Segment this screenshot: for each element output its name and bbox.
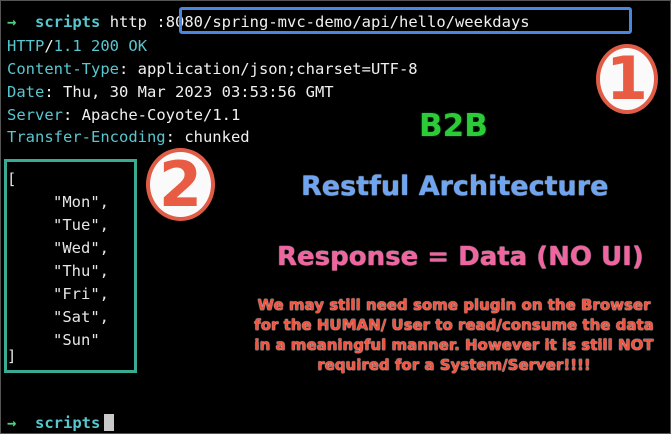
prompt-arrow-icon: → — [7, 13, 17, 31]
badge-1: 1 — [596, 44, 658, 114]
b2b-label: B2B — [419, 108, 488, 144]
header-value: chunked — [184, 128, 250, 146]
header-value: application/json;charset=UTF-8 — [137, 60, 418, 78]
text-cursor — [104, 414, 115, 431]
json-highlight-box — [4, 159, 137, 373]
terminal-window[interactable]: → scripts http :8080/spring-mvc-demo/api… — [0, 0, 671, 434]
prompt-directory: scripts — [35, 13, 101, 31]
command-program: http — [109, 13, 148, 31]
status-slash: / — [44, 37, 54, 55]
header-name: Transfer-Encoding — [7, 128, 166, 146]
response-equals-data-label: Response = Data (NO UI) — [277, 242, 644, 272]
restful-architecture-label: Restful Architecture — [301, 171, 609, 202]
header-name: Server — [7, 106, 63, 124]
http-status-line: HTTP/1.1 200 OK — [7, 36, 147, 56]
header-name: Date — [7, 83, 45, 101]
header-date: Date: Thu, 30 Mar 2023 03:53:56 GMT — [7, 83, 334, 101]
status-protocol: HTTP — [7, 37, 45, 55]
url-highlight-box — [179, 7, 632, 34]
header-content-type: Content-Type: application/json;charset=U… — [7, 60, 418, 78]
next-prompt-line[interactable]: → scripts — [7, 413, 115, 433]
browser-plugin-note: We may still need some plugin on the Bro… — [254, 296, 654, 374]
status-version: 1.1 — [53, 37, 82, 55]
header-transfer-encoding: Transfer-Encoding: chunked — [7, 128, 250, 146]
badge-2: 2 — [146, 148, 215, 221]
header-value: Apache-Coyote/1.1 — [81, 106, 241, 124]
header-name: Content-Type — [7, 60, 119, 78]
header-value: Thu, 30 Mar 2023 03:53:56 GMT — [63, 83, 334, 101]
prompt-arrow-icon: → — [7, 414, 17, 432]
status-text: OK — [128, 37, 148, 55]
status-code: 200 — [91, 37, 120, 55]
prompt-directory: scripts — [35, 414, 101, 432]
header-server: Server: Apache-Coyote/1.1 — [7, 106, 241, 124]
